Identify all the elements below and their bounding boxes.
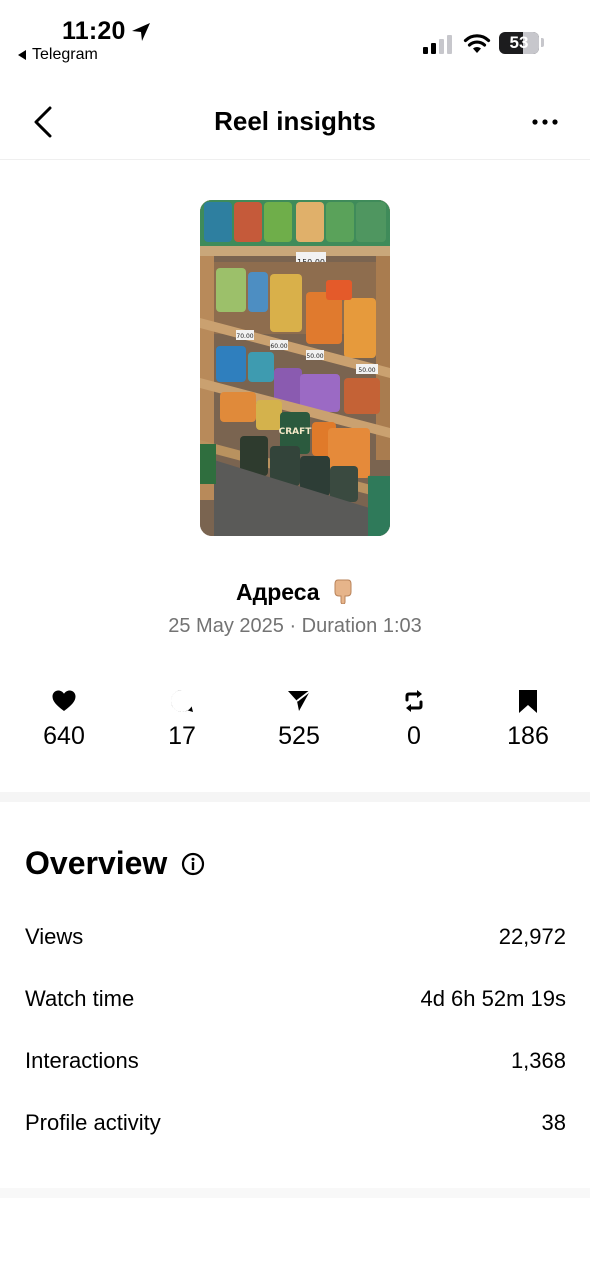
page-title: Reel insights (214, 106, 376, 136)
row-label: Views (25, 924, 84, 949)
row-value: 38 (541, 1110, 566, 1135)
info-icon[interactable] (181, 852, 205, 876)
row-value: 1,368 (510, 1048, 566, 1073)
likes-stat: 640 (9, 688, 119, 751)
reel-meta: 25 May 2025 · Duration 1:03 (0, 615, 590, 638)
repost-icon (405, 690, 423, 712)
heart-icon (52, 690, 76, 711)
overview-row-watch-time[interactable]: Watch time 4d 6h 52m 19s (25, 986, 566, 1012)
cellular-signal-icon (423, 35, 452, 54)
row-label: Watch time (25, 986, 135, 1011)
row-label: Profile activity (25, 1110, 161, 1135)
back-app-label: Telegram (32, 46, 98, 63)
paper-plane-icon (288, 690, 311, 711)
price-tag: 70.00 (236, 333, 253, 340)
pointing-down-hand-icon (334, 579, 352, 604)
section-divider-bottom (0, 1188, 590, 1198)
likes-count: 640 (43, 722, 85, 750)
price-tag: 50.00 (306, 353, 323, 360)
reel-thumbnail[interactable]: 150.00 CRAFT (200, 200, 390, 536)
shares-count: 525 (278, 722, 320, 750)
status-time: 11:20 (62, 17, 126, 45)
overview-row-views[interactable]: Views 22,972 (25, 924, 566, 950)
price-tag: 50.00 (358, 367, 375, 374)
more-options-icon[interactable] (526, 108, 564, 136)
row-label: Interactions (25, 1048, 139, 1073)
back-triangle-icon (18, 50, 26, 60)
engagement-stats: 640 17 525 0 186 (0, 688, 590, 758)
overview-row-profile-activity[interactable]: Profile activity 38 (25, 1110, 566, 1136)
battery-percent: 53 (509, 33, 529, 52)
battery-indicator: 53 (499, 32, 539, 54)
reel-thumbnail-image: 150.00 CRAFT (200, 200, 390, 536)
back-to-app-link[interactable]: Telegram (18, 46, 98, 64)
status-bar: 11:20 Telegram 53 (0, 0, 590, 72)
comments-count: 17 (168, 722, 196, 750)
caption-text: Адреса (235, 579, 320, 605)
reel-duration: Duration 1:03 (301, 615, 422, 637)
row-value: 4d 6h 52m 19s (420, 986, 566, 1011)
section-divider (0, 792, 590, 802)
row-value: 22,972 (498, 924, 566, 949)
wifi-icon (463, 34, 491, 53)
overview-header: Overview (25, 845, 205, 882)
battery-nub (541, 38, 544, 47)
price-tag: 60.00 (270, 343, 287, 350)
comments-stat: 17 (127, 688, 237, 751)
craft-label: CRAFT (279, 427, 313, 437)
reel-date: 25 May 2025 (168, 615, 284, 637)
overview-row-interactions[interactable]: Interactions 1,368 (25, 1048, 566, 1074)
overview-title: Overview (25, 845, 168, 881)
bookmark-icon (519, 690, 537, 713)
comment-bubble-icon (171, 690, 193, 712)
reel-caption: Адреса (0, 578, 590, 606)
navigation-bar: Reel insights (0, 84, 590, 160)
shares-stat: 525 (244, 688, 354, 751)
reposts-stat: 0 (359, 688, 469, 751)
location-arrow-icon (132, 23, 150, 41)
saves-count: 186 (507, 722, 549, 750)
meta-separator: · (289, 615, 297, 637)
saves-stat: 186 (473, 688, 583, 751)
reposts-count: 0 (407, 722, 421, 750)
